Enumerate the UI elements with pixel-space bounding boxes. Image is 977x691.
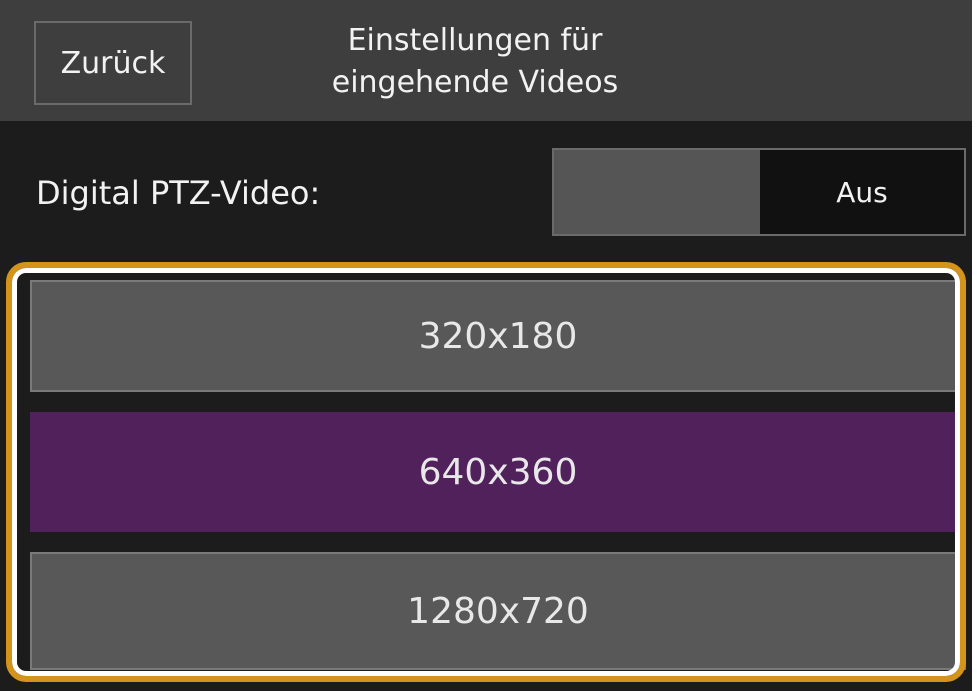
header-bar: Zurück Einstellungen für eingehende Vide…	[0, 0, 972, 121]
page-title-line-2: eingehende Videos	[331, 65, 619, 100]
page-title-line-1: Einstellungen für	[347, 23, 603, 58]
ptz-video-label: Digital PTZ-Video:	[36, 174, 321, 212]
toggle-state-label: Aus	[836, 175, 888, 209]
resolution-option-320x180[interactable]: 320x180	[30, 280, 966, 392]
resolution-option-640x360[interactable]: 640x360	[30, 412, 966, 532]
page-title: Einstellungen für eingehende Videos	[280, 20, 670, 104]
back-button[interactable]: Zurück	[34, 21, 192, 105]
toggle-thumb	[554, 150, 760, 234]
ptz-video-toggle[interactable]: Aus	[552, 148, 966, 236]
resolution-option-1280x720[interactable]: 1280x720	[30, 552, 966, 670]
video-settings-screen: Zurück Einstellungen für eingehende Vide…	[0, 0, 972, 691]
